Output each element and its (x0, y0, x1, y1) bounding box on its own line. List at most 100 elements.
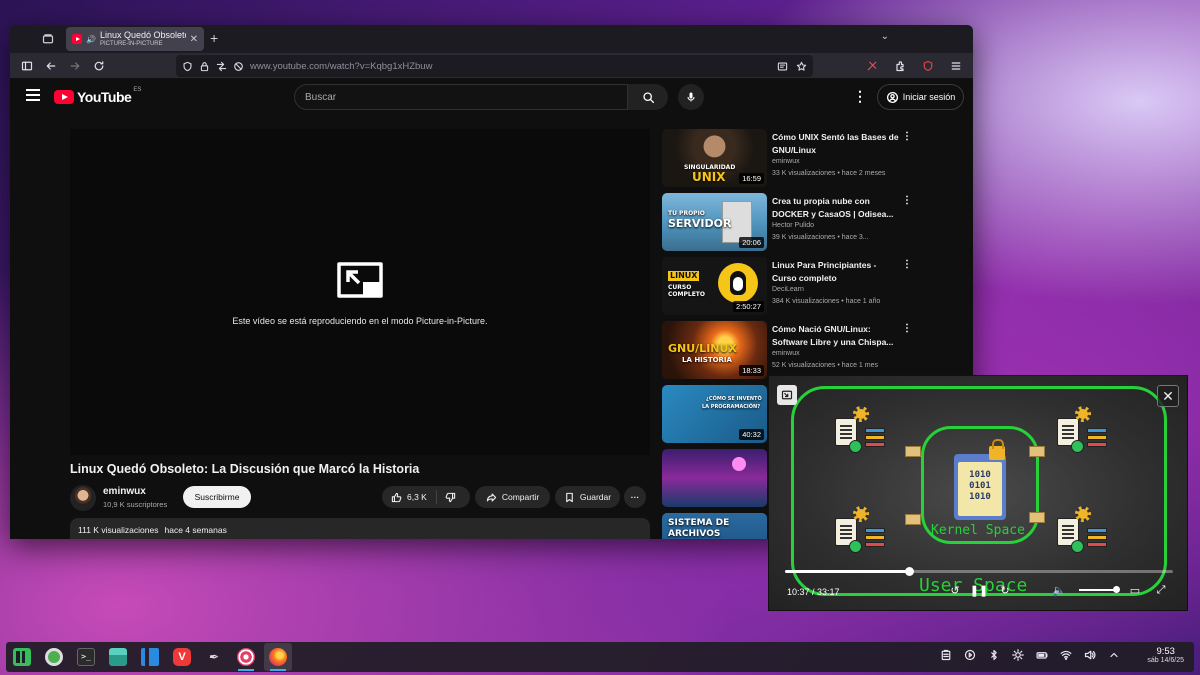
recommendation-title[interactable]: Crea tu propia nube con DOCKER y CasaOS … (772, 195, 902, 220)
video-player-placeholder[interactable]: Este vídeo se está reproduciendo en el m… (70, 129, 650, 455)
recommendation-kebab-icon[interactable]: ⋮ (902, 131, 912, 142)
lock-icon[interactable] (199, 61, 210, 72)
recommendation-title[interactable]: Cómo Nació GNU/Linux: Software Libre y u… (772, 323, 902, 348)
more-actions-button[interactable]: ··· (624, 486, 646, 508)
volume-knob[interactable] (1113, 586, 1120, 593)
screenshot-tool-icon[interactable] (232, 643, 260, 671)
terminal-icon[interactable]: >_ (72, 643, 100, 671)
recommendation-kebab-icon[interactable]: ⋮ (902, 259, 912, 270)
captions-icon[interactable]: ▭ (1127, 582, 1143, 598)
pip-progress-bar[interactable] (785, 567, 1173, 576)
tab-active[interactable]: 🔊 Linux Quedó Obsoleto PICTURE-IN-PICTUR… (66, 27, 204, 51)
shield-icon[interactable] (182, 61, 193, 72)
search-button[interactable] (628, 84, 668, 110)
permissions-icon[interactable] (216, 61, 227, 72)
chevron-up-icon[interactable] (1108, 649, 1120, 661)
new-tab-button[interactable]: + (210, 30, 218, 46)
chevron-down-icon[interactable]: ⌄ (881, 31, 889, 42)
back-button[interactable] (40, 55, 62, 77)
vscode-icon[interactable] (136, 643, 164, 671)
extension-icon[interactable] (861, 55, 883, 77)
recommendation-kebab-icon[interactable]: ⋮ (902, 195, 912, 206)
recommendation-channel[interactable]: Hector Pulido (772, 222, 814, 229)
inkscape-icon[interactable]: ✒ (200, 643, 228, 671)
thumb-text-line1: LINUX (668, 271, 700, 281)
muted-autoplay-icon[interactable] (233, 61, 244, 72)
subscribe-button[interactable]: Suscribirme (183, 486, 251, 508)
volume-icon[interactable]: 🔈 (1051, 582, 1067, 598)
video-thumbnail[interactable]: LINUX CURSO COMPLETO 2:50:27 (662, 257, 767, 315)
video-thumbnail[interactable] (662, 449, 767, 507)
picture-in-picture-window[interactable]: 1010 0101 1010 Kernel Space User Space ✕… (768, 375, 1188, 611)
forward-button[interactable] (64, 55, 86, 77)
video-thumbnail[interactable]: ¿CÓMO SE INVENTÓ LA PROGRAMACIÓN? 40:32 (662, 385, 767, 443)
forward-icon[interactable]: ↻ (997, 582, 1013, 598)
youtube-logo[interactable]: YouTube ES (54, 87, 141, 105)
url-bar[interactable]: www.youtube.com/watch?v=Kqbg1xHZbuw (176, 55, 813, 77)
like-button[interactable]: 6,3 K (382, 490, 437, 504)
video-duration: 2:50:27 (732, 301, 764, 312)
clipboard-icon[interactable] (940, 649, 952, 661)
tab-title: Linux Quedó Obsoleto (99, 31, 186, 40)
close-tab-icon[interactable]: ✕ (190, 34, 198, 45)
recommendation-channel[interactable]: DeciLearn (772, 286, 804, 293)
vivaldi-icon[interactable]: V (168, 643, 196, 671)
settings-kebab-icon[interactable]: ⋮ (853, 88, 867, 105)
recommendation-item[interactable]: LINUX CURSO COMPLETO 2:50:27 Linux Para … (662, 257, 962, 315)
bluetooth-icon[interactable] (988, 649, 1000, 661)
recommendation-item[interactable]: SINGULARIDAD UNIX 16:59 Cómo UNIX Sentó … (662, 129, 962, 187)
media-player-icon[interactable] (964, 649, 976, 661)
sidebar-toggle-icon[interactable] (16, 55, 38, 77)
voice-search-button[interactable] (678, 84, 704, 110)
firefox-icon[interactable] (264, 643, 292, 671)
video-thumbnail[interactable]: SINGULARIDAD UNIX 16:59 (662, 129, 767, 187)
video-thumbnail[interactable]: TU PROPIO SERVIDOR 20:06 (662, 193, 767, 251)
channel-name[interactable]: eminwux (103, 486, 146, 497)
extensions-puzzle-icon[interactable] (889, 55, 911, 77)
binary-file-icon: 1010 0101 1010 (954, 454, 1006, 520)
pip-time: 10:37 / 33:17 (787, 587, 840, 597)
signin-button[interactable]: Iniciar sesión (877, 84, 964, 110)
recommendation-item[interactable]: GNU/LINUX LA HISTORIA 18:33 Cómo Nació G… (662, 321, 962, 379)
recommendation-item[interactable]: TU PROPIO SERVIDOR 20:06 Crea tu propia … (662, 193, 962, 251)
recommendation-channel[interactable]: eminwux (772, 350, 800, 357)
dislike-button[interactable] (437, 492, 464, 503)
tab-subtitle: PICTURE-IN-PICTURE (99, 41, 163, 47)
channel-avatar[interactable] (70, 485, 96, 511)
menu-icon[interactable] (945, 55, 967, 77)
recommendation-channel[interactable]: eminwux (772, 158, 800, 165)
url-text[interactable]: www.youtube.com/watch?v=Kqbg1xHZbuw (250, 61, 432, 72)
search-input[interactable]: Buscar (294, 84, 628, 110)
recommendation-title[interactable]: Linux Para Principiantes - Curso complet… (772, 259, 902, 284)
battery-icon[interactable] (1036, 649, 1048, 661)
fullscreen-icon[interactable]: ⤢ (1153, 582, 1169, 598)
rewind-icon[interactable]: ↺ (947, 582, 963, 598)
downloads-icon[interactable] (40, 643, 68, 671)
recommendation-title[interactable]: Cómo UNIX Sentó las Bases de GNU/Linux (772, 131, 902, 156)
description-box[interactable]: 111 K visualizaciones hace 4 semanas (70, 518, 650, 539)
video-thumbnail[interactable]: GNU/LINUX LA HISTORIA 18:33 (662, 321, 767, 379)
recommendation-kebab-icon[interactable]: ⋮ (902, 323, 912, 334)
volume-slider[interactable] (1079, 586, 1120, 593)
clock[interactable]: 9:53 sáb 14/6/25 (1147, 646, 1184, 664)
brightness-icon[interactable] (1012, 649, 1024, 661)
save-button[interactable]: Guardar (555, 486, 620, 508)
save-label: Guardar (579, 492, 612, 502)
pause-icon[interactable]: ❚❚ (970, 582, 988, 598)
reader-view-icon[interactable] (777, 61, 788, 72)
bookmark-icon (566, 492, 573, 502)
pip-back-to-tab-button[interactable] (777, 385, 797, 405)
reload-button[interactable] (88, 55, 110, 77)
hamburger-menu-icon[interactable] (26, 89, 40, 101)
video-thumbnail[interactable]: SISTEMA DE ARCHIVOS (662, 513, 767, 539)
bookmark-star-icon[interactable] (796, 61, 807, 72)
wifi-icon[interactable] (1060, 649, 1072, 661)
tab-overview-icon[interactable] (36, 27, 60, 51)
volume-icon[interactable] (1084, 649, 1096, 661)
ublock-icon[interactable] (917, 55, 939, 77)
speaker-icon[interactable]: 🔊 (86, 35, 96, 44)
pip-close-button[interactable]: ✕ (1157, 385, 1179, 407)
file-manager-icon[interactable] (104, 643, 132, 671)
share-button[interactable]: Compartir (475, 486, 550, 508)
manjaro-menu-icon[interactable] (8, 643, 36, 671)
